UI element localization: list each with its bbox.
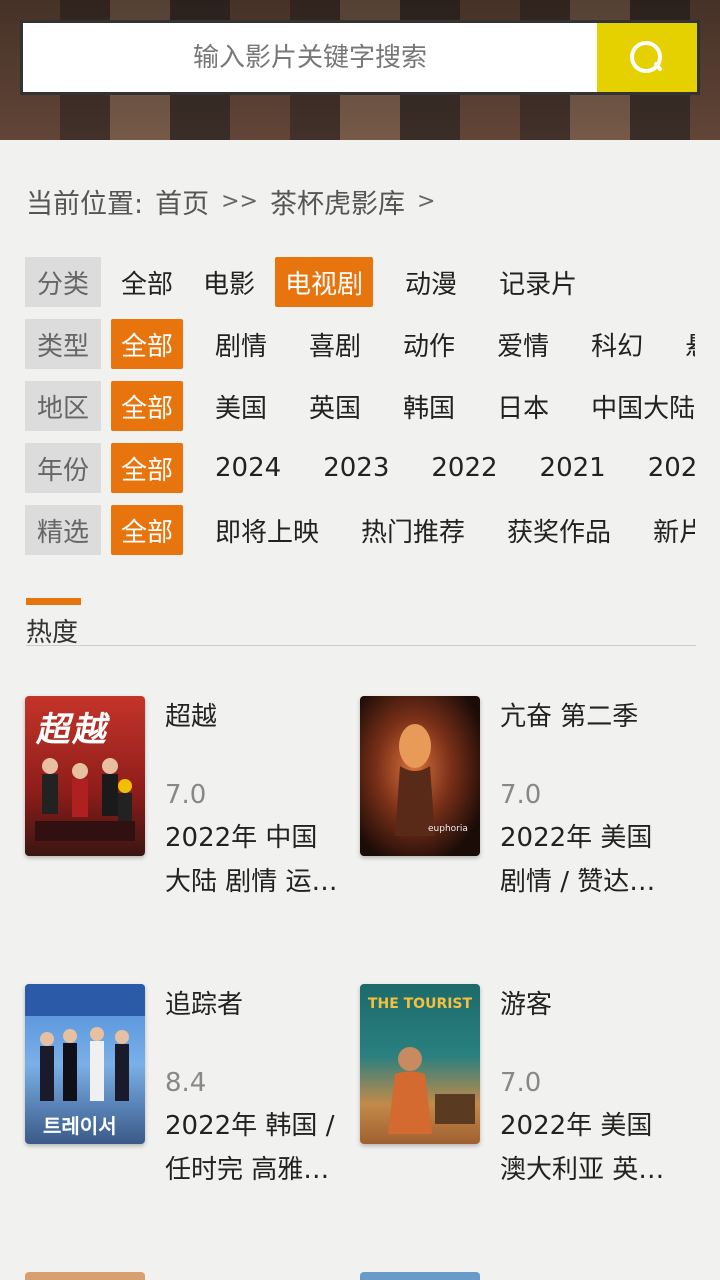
movie-score: 7.0 bbox=[165, 780, 207, 810]
filter-option[interactable]: 2020 bbox=[638, 443, 695, 493]
filter-row: 地区 全部 美国 英国 韩国 日本 中国大陆 bbox=[25, 381, 695, 431]
breadcrumb-separator: > bbox=[416, 189, 436, 214]
movie-poster[interactable] bbox=[25, 1272, 145, 1280]
filter-label: 精选 bbox=[25, 505, 101, 555]
breadcrumb-separator: >> bbox=[221, 189, 258, 214]
header-banner bbox=[0, 0, 720, 140]
movie-meta: 2022年 美国 澳大利亚 英… bbox=[500, 1111, 665, 1185]
movie-poster[interactable]: 트레이서 bbox=[25, 984, 145, 1144]
movie-meta: 2022年 美国 剧情 / 赞达… bbox=[500, 823, 656, 897]
movie-title[interactable]: 亢奋 第二季 bbox=[500, 696, 638, 733]
section-title: 热度 bbox=[26, 618, 79, 648]
filter-option[interactable]: 热门推荐 bbox=[351, 505, 475, 555]
filter-row: 年份全部202420232022202120202019 bbox=[25, 443, 695, 493]
filter-option[interactable]: 动作 bbox=[393, 319, 465, 369]
poster-title: THE TOURIST bbox=[367, 996, 473, 1012]
filter-option[interactable]: 全部 bbox=[111, 505, 184, 555]
filter-row: 类型全部剧情喜剧动作爱情科幻悬疑 bbox=[25, 319, 695, 369]
filter-option[interactable]: 喜剧 bbox=[299, 319, 371, 369]
section-accent-bar bbox=[26, 598, 81, 605]
filter-option[interactable]: 悬疑 bbox=[675, 319, 695, 369]
movie-poster[interactable] bbox=[360, 1272, 480, 1280]
movie-title[interactable]: 追踪者 bbox=[165, 984, 243, 1021]
filter-option[interactable]: 电视剧 bbox=[275, 257, 374, 307]
movie-card[interactable]: euphoria 亢奋 第二季 7.0 2022年 美国 剧情 / 赞达… bbox=[360, 696, 680, 916]
search-icon bbox=[630, 40, 662, 73]
filter-option[interactable]: 英国 bbox=[299, 381, 371, 431]
filter-label: 分类 bbox=[25, 257, 101, 307]
filter-option[interactable]: 新片榜 bbox=[643, 505, 695, 555]
movie-score: 8.4 bbox=[165, 1068, 207, 1098]
movie-score: 7.0 bbox=[500, 780, 542, 810]
movie-meta: 2022年 韩国 / 任时完 高雅… bbox=[165, 1111, 335, 1185]
movie-title[interactable]: 游客 bbox=[500, 984, 552, 1021]
filter-option[interactable]: 全部 bbox=[111, 319, 184, 369]
filter-option[interactable]: 全部 bbox=[111, 257, 183, 307]
search-input[interactable] bbox=[23, 23, 597, 92]
filter-option[interactable]: 2022 bbox=[421, 443, 507, 493]
filter-option[interactable]: 全部 bbox=[111, 381, 184, 431]
filter-option[interactable]: 记录片 bbox=[489, 257, 587, 307]
filter-option[interactable]: 韩国 bbox=[393, 381, 465, 431]
filter-label: 类型 bbox=[25, 319, 101, 369]
movie-card[interactable]: 트레이서 追踪者 8.4 2022年 韩国 / 任时完 高雅… bbox=[25, 984, 345, 1204]
movie-card[interactable]: THE TOURIST 游客 7.0 2022年 美国 澳大利亚 英… bbox=[360, 984, 680, 1204]
movie-title[interactable]: 超越 bbox=[165, 696, 217, 733]
poster-title: euphoria bbox=[428, 824, 468, 834]
filter-option[interactable]: 动漫 bbox=[395, 257, 467, 307]
filter-row: 精选全部即将上映热门推荐获奖作品新片榜 bbox=[25, 505, 695, 555]
filter-option[interactable]: 剧情 bbox=[205, 319, 277, 369]
movie-meta: 2022年 中国大陆 剧情 运… bbox=[165, 823, 338, 897]
filter-row: 分类 全部 电影 电视剧 动漫 记录片 bbox=[25, 257, 695, 307]
filter-label: 地区 bbox=[25, 381, 101, 431]
breadcrumb-label: 当前位置: bbox=[26, 189, 144, 220]
filter-option[interactable]: 科幻 bbox=[581, 319, 653, 369]
breadcrumb: 当前位置: 首页 >> 茶杯虎影库 > bbox=[26, 182, 435, 221]
movie-score: 7.0 bbox=[500, 1068, 542, 1098]
filter-option[interactable]: 全部 bbox=[111, 443, 184, 493]
filter-option[interactable]: 获奖作品 bbox=[497, 505, 621, 555]
search-button[interactable] bbox=[597, 23, 697, 92]
poster-figures bbox=[35, 758, 135, 841]
section-header: 热度 bbox=[26, 598, 696, 648]
filter-option[interactable]: 美国 bbox=[205, 381, 277, 431]
filter-option[interactable]: 即将上映 bbox=[205, 505, 329, 555]
breadcrumb-current[interactable]: 茶杯虎影库 bbox=[270, 182, 405, 221]
breadcrumb-home[interactable]: 首页 bbox=[155, 182, 209, 221]
poster-title: 트레이서 bbox=[43, 1114, 117, 1138]
filter-option[interactable]: 爱情 bbox=[487, 319, 559, 369]
filter-option[interactable]: 2021 bbox=[530, 443, 616, 493]
filter-option[interactable]: 日本 bbox=[487, 381, 559, 431]
filter-label: 年份 bbox=[25, 443, 101, 493]
filter-option[interactable]: 中国大陆 bbox=[581, 381, 695, 431]
movie-poster[interactable]: 超越 bbox=[25, 696, 145, 856]
filter-option[interactable]: 2024 bbox=[205, 443, 291, 493]
search-bar bbox=[20, 20, 700, 95]
movie-card[interactable]: 超越 超越 7.0 2022年 中国大陆 剧情 运… bbox=[25, 696, 345, 916]
movie-poster[interactable]: THE TOURIST bbox=[360, 984, 480, 1144]
movie-poster[interactable]: euphoria bbox=[360, 696, 480, 856]
filter-option[interactable]: 电影 bbox=[193, 257, 265, 307]
filter-option[interactable]: 2023 bbox=[313, 443, 399, 493]
